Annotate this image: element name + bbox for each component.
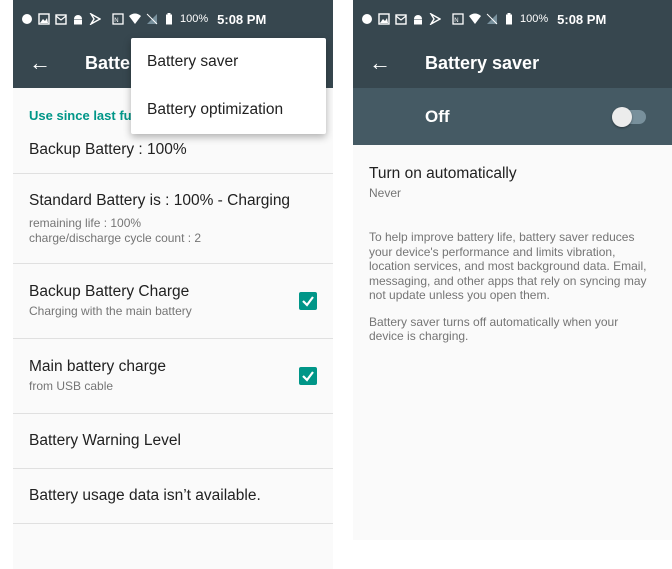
item-title: Standard Battery is : 100% - Charging [29,191,291,209]
image-icon [38,13,50,25]
battery-saver-toggle[interactable] [612,106,646,127]
item-subtitle: remaining life : 100% [29,215,142,230]
toggle-thumb [612,106,632,127]
item-title: Main battery charge [29,358,166,375]
list-item-standard-battery[interactable]: Standard Battery is : 100% - Charging re… [13,174,333,264]
battery-screen: N 100% 5:08 PM ← Batte Battery saver Bat… [13,0,333,569]
no-signal-icon [146,13,158,25]
list-item-warning-level[interactable]: Battery Warning Level [13,414,333,469]
master-switch-bar[interactable]: Off [353,88,672,145]
android-icon [72,13,84,25]
mail-icon [55,13,67,25]
image-icon [378,13,390,25]
menu-item-battery-saver[interactable]: Battery saver [131,38,326,86]
page-title: Battery saver [425,52,540,73]
item-subtitle-2: charge/discharge cycle count : 2 [29,230,202,245]
svg-text:N: N [114,18,118,24]
battery-percent: 100% [180,13,209,25]
bottom-blank [353,540,672,569]
wifi-icon [469,13,481,25]
item-title: Backup Battery : 100% [29,141,187,158]
item-subtitle: Never [369,186,402,200]
list-item-backup-battery-charge[interactable]: Backup Battery Charge Charging with the … [13,264,333,339]
list-item-usage-data: Battery usage data isn’t available. [13,469,333,524]
status-bar: N 100% 5:08 PM [13,0,333,38]
flag-icon [429,12,442,26]
item-title: Turn on automatically [369,165,517,182]
overflow-menu: Battery saver Battery optimization [131,38,326,134]
turn-on-automatically-item[interactable]: Turn on automatically Never [353,145,672,200]
mail-icon [395,13,407,25]
app-bar: ← Battery saver [353,38,672,88]
item-subtitle: Charging with the main battery [29,304,192,318]
back-arrow-icon[interactable]: ← [29,50,85,76]
flag-icon [89,12,102,26]
description-text: To help improve battery life, battery sa… [369,230,647,302]
list-item-backup-battery[interactable]: Backup Battery : 100% [13,127,333,174]
item-title: Backup Battery Charge [29,283,190,300]
page-title: Batte [85,52,131,73]
battery-percent: 100% [520,13,549,25]
clock: 5:08 PM [557,11,607,27]
status-bar: N 100% 5:08 PM [353,0,672,38]
no-signal-icon [486,13,498,25]
clock: 5:08 PM [217,11,267,27]
wifi-icon [129,13,141,25]
battery-icon [163,13,175,25]
item-title: Battery Warning Level [29,432,181,449]
checkbox-main-charge[interactable] [299,367,317,385]
description-text-2: Battery saver turns off automatically wh… [369,314,619,344]
svg-text:N: N [454,18,458,24]
nfc-icon: N [452,13,464,25]
android-icon [412,13,424,25]
item-subtitle: from USB cable [29,379,114,393]
nfc-icon: N [112,13,124,25]
notification-dot-icon [361,13,373,25]
menu-item-battery-optimization[interactable]: Battery optimization [131,86,326,134]
back-arrow-icon[interactable]: ← [369,50,425,76]
battery-icon [503,13,515,25]
checkbox-backup-charge[interactable] [299,292,317,310]
notification-dot-icon [21,13,33,25]
battery-saver-screen: N 100% 5:08 PM ← Battery saver Off Turn … [353,0,672,569]
switch-label: Off [425,106,450,126]
item-title: Battery usage data isn’t available. [29,487,261,504]
list-item-main-battery-charge[interactable]: Main battery charge from USB cable [13,339,333,414]
